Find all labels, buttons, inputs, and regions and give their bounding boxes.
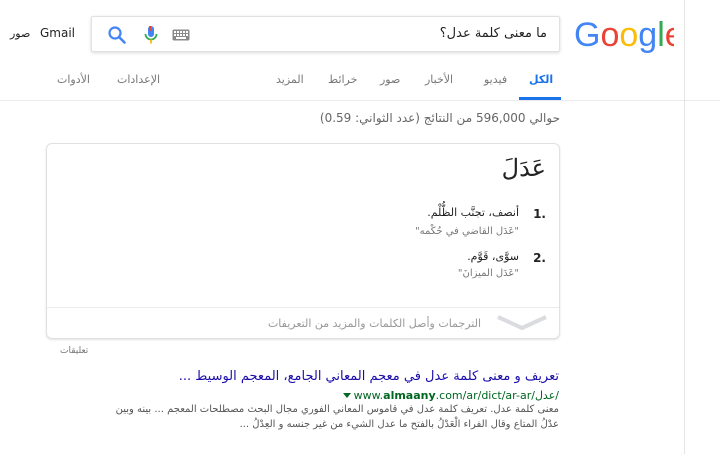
microphone-icon[interactable] [140,24,162,46]
definition-example: "عَدَل القاضي في حُكْمه" [415,226,519,237]
url-path: .com/ar/dict/ar-ar/عدل/ [435,389,559,402]
tab-more[interactable]: المزيد [276,73,304,86]
definition-text: سوَّى، قَوَّم. [467,250,519,263]
gmail-link[interactable]: Gmail [40,26,75,40]
chevron-down-icon[interactable] [494,312,550,332]
definition-example: "عَدَل الميزانَ" [457,268,519,279]
tab-news[interactable]: الأخبار [425,73,453,86]
search-icon[interactable] [106,24,128,46]
search-tabs: الكل فيديو الأخبار صور خرائط المزيد الإع… [0,64,720,101]
result-snippet-line: عدْلُ المتاع وقال الفراء الْعَدْلُ بالفت… [239,419,559,430]
feedback-link[interactable]: تعليقات [60,346,88,356]
definition-text: أنصف، تجنَّب الظُّلْم. [427,206,519,219]
tab-maps[interactable]: خرائط [328,73,357,86]
definition-number: 1. [533,207,546,221]
definition-number: 2. [533,251,546,265]
google-logo[interactable]: Google [574,14,674,54]
tab-videos[interactable]: فيديو [484,73,507,86]
active-tab-indicator [519,97,561,100]
result-title-link[interactable]: تعريف و معنى كلمة عدل في معجم المعاني ال… [179,369,559,384]
url-domain: almaany [383,389,436,402]
dictionary-headword: عَدَلَ [501,154,546,182]
search-box[interactable]: ما معنى كلمة عدل؟ [91,16,560,52]
search-input[interactable]: ما معنى كلمة عدل؟ [440,26,547,41]
result-snippet-line: معنى كلمة عدل. تعريف كلمة عدل في قاموس ا… [115,404,559,415]
url-options-arrow-icon[interactable] [343,393,351,398]
result-url[interactable]: www.almaany.com/ar/dict/ar-ar/عدل/ [354,389,559,402]
tab-tools[interactable]: الأدوات [57,73,90,86]
images-link[interactable]: صور [10,27,30,40]
svg-text:Google: Google [574,16,674,54]
url-prefix: www. [353,389,384,402]
result-stats: حوالي 596,000 من النتائج (عدد الثواني: 0… [319,111,560,125]
keyboard-icon[interactable] [172,29,190,41]
dictionary-card: عَدَلَ 1. أنصف، تجنَّب الظُّلْم. "عَدَل … [46,143,560,339]
tab-settings[interactable]: الإعدادات [117,73,160,86]
card-divider [47,307,559,308]
tab-images[interactable]: صور [380,73,400,86]
page-edge-divider [684,0,685,454]
tab-all[interactable]: الكل [529,73,553,86]
more-definitions-link[interactable]: الترجمات وأصل الكلمات والمزيد من التعريف… [268,317,481,330]
